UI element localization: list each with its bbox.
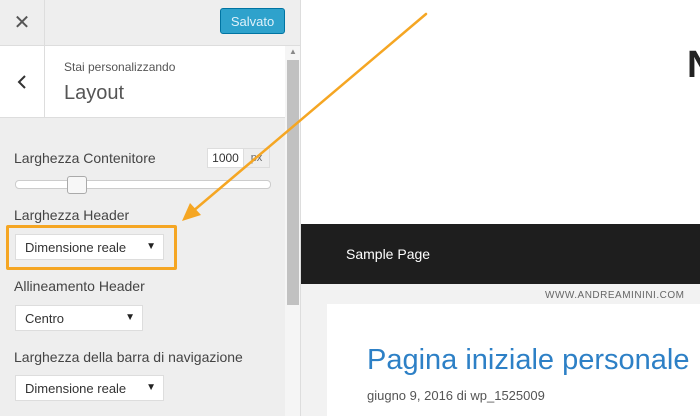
navigation-bar: Sample Page <box>301 224 700 284</box>
chevron-left-icon <box>17 74 26 89</box>
container-width-label: Larghezza Contenitore <box>14 150 156 166</box>
customizer-sidebar: ✕ Salvato Stai personalizzando Layout ▲ … <box>0 0 301 416</box>
site-preview: N Sample Page WWW.ANDREAMININI.COM Pagin… <box>301 0 700 416</box>
post-meta: giugno 9, 2016 di wp_1525009 <box>367 388 545 403</box>
annotation-highlight <box>6 225 177 270</box>
header-alignment-value: Centro <box>25 310 65 326</box>
dropdown-caret-icon: ▼ <box>146 382 156 393</box>
nav-width-value: Dimensione reale <box>25 380 127 396</box>
header-alignment-label: Allineamento Header <box>14 278 145 294</box>
save-button[interactable]: Salvato <box>220 8 285 34</box>
dropdown-caret-icon: ▼ <box>125 312 135 323</box>
container-width-input[interactable]: 1000 <box>207 148 244 168</box>
back-button[interactable] <box>0 46 45 117</box>
container-width-slider[interactable] <box>15 176 271 194</box>
post-card: Pagina iniziale personale giugno 9, 2016… <box>327 304 700 416</box>
section-header: Stai personalizzando Layout <box>0 46 285 118</box>
nav-link-sample-page[interactable]: Sample Page <box>346 246 430 262</box>
customizer-topbar: ✕ Salvato <box>0 0 300 46</box>
scrollbar-thumb[interactable] <box>287 60 299 305</box>
nav-width-label: Larghezza della barra di navigazione <box>14 349 243 365</box>
watermark: WWW.ANDREAMININI.COM <box>545 290 685 301</box>
customizing-label: Stai personalizzando <box>64 60 176 74</box>
container-width-unit: px <box>244 148 270 168</box>
nav-width-select[interactable]: Dimensione reale ▼ <box>15 375 164 401</box>
site-title-fragment: N <box>687 44 700 87</box>
slider-thumb[interactable] <box>66 176 87 194</box>
scroll-up-arrow-icon[interactable]: ▲ <box>288 46 298 58</box>
section-title: Layout <box>64 82 125 104</box>
close-icon: ✕ <box>13 12 31 34</box>
close-button[interactable]: ✕ <box>0 0 45 45</box>
header-alignment-select[interactable]: Centro ▼ <box>15 305 143 331</box>
post-title[interactable]: Pagina iniziale personale <box>367 344 689 377</box>
header-width-label: Larghezza Header <box>14 207 130 223</box>
